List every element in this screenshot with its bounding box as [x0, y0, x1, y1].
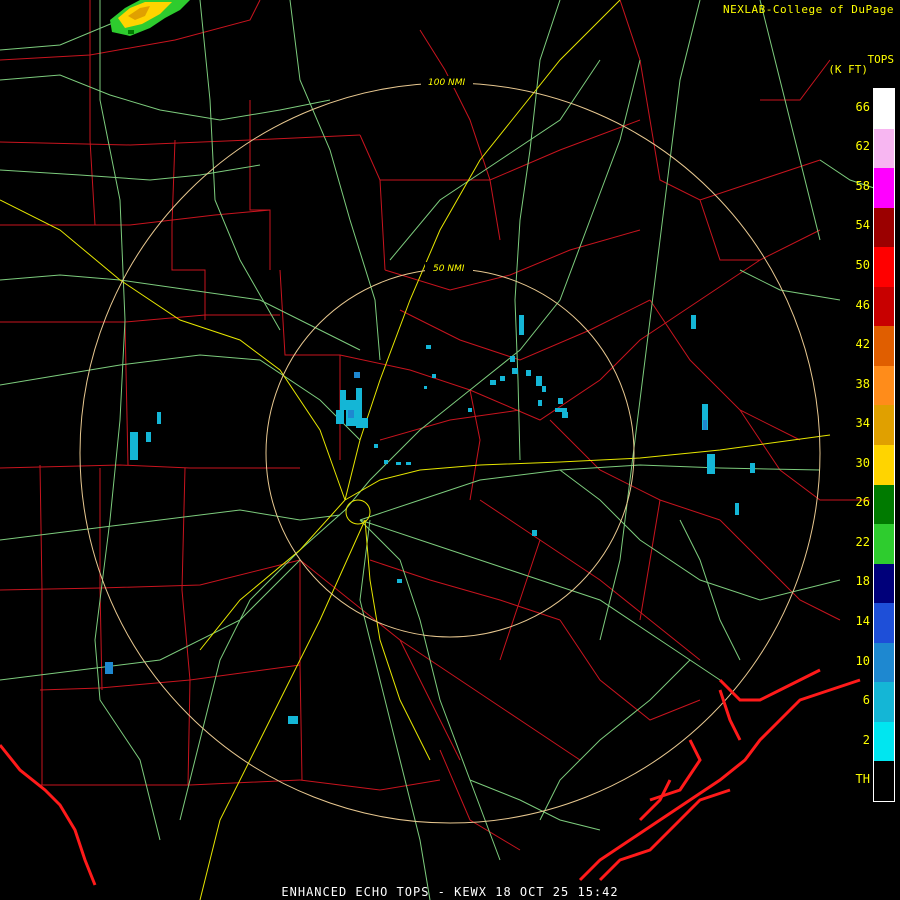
- legend-swatch: [874, 484, 894, 525]
- coastline: [0, 668, 861, 886]
- legend-tick-label: 30: [855, 455, 870, 470]
- legend-swatch: [874, 761, 894, 801]
- legend-swatch: [874, 445, 894, 485]
- legend-tick-label: 34: [855, 416, 870, 431]
- legend-swatch: [874, 89, 894, 129]
- legend-swatch: [874, 603, 894, 643]
- legend-swatch: [874, 128, 894, 169]
- echo-cells-mid: [105, 372, 707, 674]
- legend-tick-label: 14: [855, 614, 870, 628]
- legend-swatch: [874, 524, 894, 564]
- legend-swatch: [874, 286, 894, 327]
- ring-50-label: 50 NMI: [433, 264, 465, 274]
- legend-swatch: [874, 563, 894, 604]
- legend-swatch: [874, 642, 894, 683]
- legend-swatch: [874, 326, 894, 366]
- interstate-lines: [0, 0, 831, 900]
- legend-tick-label: 6: [862, 693, 870, 708]
- credit-label: NEXLAB-College of DuPage: [723, 3, 894, 16]
- legend-tick-label: 62: [855, 139, 870, 154]
- legend-tick-label: 10: [855, 653, 870, 668]
- legend-title: TOPS: [867, 53, 895, 66]
- legend-tick-label: 26: [855, 495, 870, 510]
- legend-swatch: [874, 207, 894, 248]
- legend-swatch: [874, 168, 894, 208]
- legend-tick-label: 2: [862, 732, 870, 747]
- product-caption: ENHANCED ECHO TOPS - KEWX 18 OCT 25 15:4…: [281, 885, 619, 899]
- legend-tick-label: 22: [855, 534, 870, 549]
- legend-tick-label: 18: [855, 574, 870, 589]
- legend-tick-label: 50: [855, 258, 870, 272]
- legend-units: (K FT): [828, 63, 868, 76]
- ring-50-nmi: [265, 268, 635, 638]
- legend-tick-label: 54: [855, 218, 870, 233]
- legend-swatch: [874, 365, 894, 406]
- ring-100-label: 100 NMI: [428, 78, 466, 88]
- range-rings: [79, 82, 821, 824]
- legend-tick-label: TH: [855, 772, 870, 787]
- legend-tick-label: 46: [855, 297, 870, 312]
- radar-map: 50 NMI 100 NMI: [0, 0, 881, 900]
- legend-tick-label: 58: [855, 178, 870, 193]
- color-legend: [873, 88, 895, 802]
- legend-swatch: [874, 247, 894, 287]
- echo-cluster-northwest: [110, 0, 190, 36]
- ring-100-nmi: [79, 82, 821, 824]
- legend-swatch: [874, 405, 894, 445]
- county-lines: [0, 0, 870, 851]
- legend-swatch: [874, 721, 894, 762]
- legend-swatch: [874, 682, 894, 722]
- echo-cells: [130, 315, 755, 724]
- legend-tick-label: 42: [855, 337, 870, 352]
- legend-tick-label: 66: [855, 99, 870, 114]
- legend-tick-label: 38: [855, 376, 870, 391]
